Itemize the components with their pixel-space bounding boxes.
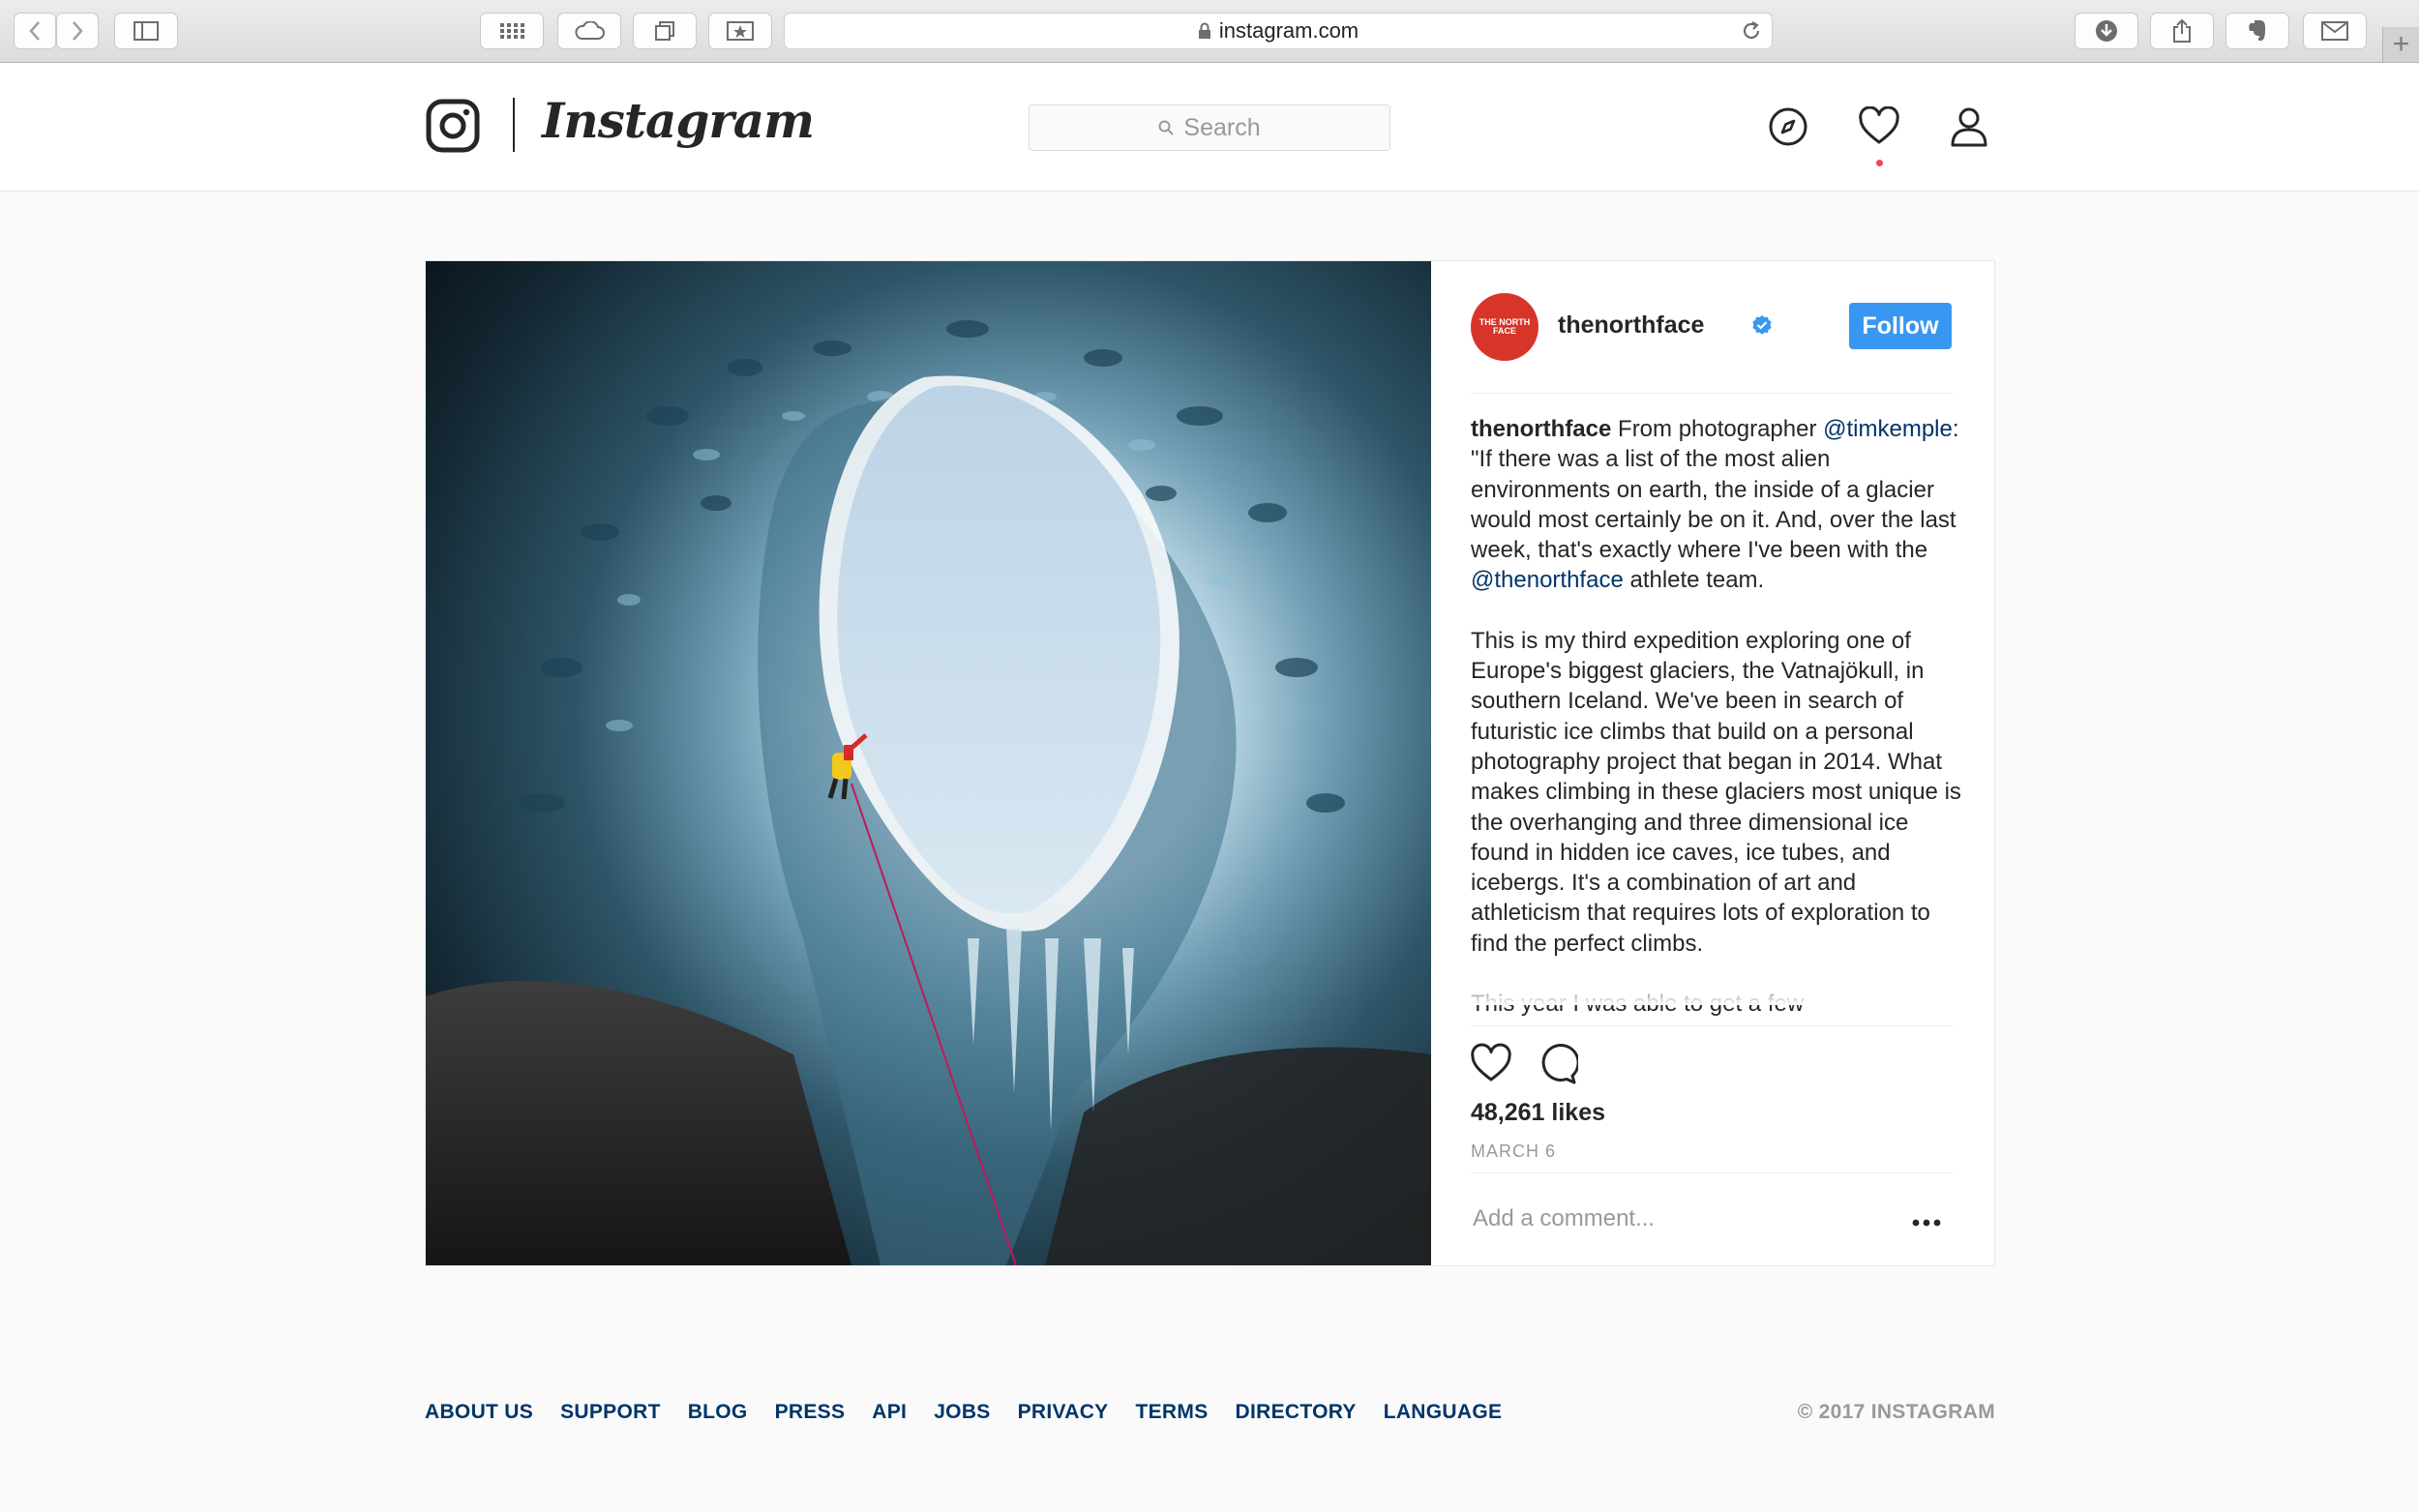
footer-link-blog[interactable]: BLOG: [688, 1401, 748, 1424]
footer-link-api[interactable]: API: [872, 1401, 907, 1424]
footer-link-jobs[interactable]: JOBS: [934, 1401, 990, 1424]
tabs-icon: [655, 21, 674, 41]
star-box-icon: [727, 21, 754, 41]
share-icon: [2173, 18, 2191, 43]
footer-link-support[interactable]: SUPPORT: [560, 1401, 661, 1424]
mention-thenorthface[interactable]: @thenorthface: [1471, 567, 1624, 593]
follow-button[interactable]: Follow: [1849, 303, 1952, 349]
divider: [1471, 393, 1953, 394]
bookmark-extension-button[interactable]: [708, 13, 772, 49]
profile-icon[interactable]: [1950, 106, 1988, 147]
instagram-glyph-icon[interactable]: [426, 99, 480, 153]
icloud-tabs-button[interactable]: [557, 13, 621, 49]
post-caption: thenorthface From photographer @timkempl…: [1471, 414, 1964, 1033]
avatar[interactable]: THE NORTH FACE: [1471, 293, 1538, 361]
logo-divider: [513, 98, 515, 152]
footer-link-directory[interactable]: DIRECTORY: [1236, 1401, 1357, 1424]
search-icon: [1158, 120, 1175, 135]
caption-paragraph-2: This is my third expedition exploring on…: [1471, 627, 1961, 957]
search-placeholder: Search: [1183, 113, 1261, 141]
caption-paragraph-1: thenorthface From photographer @timkempl…: [1471, 416, 1959, 594]
comment-input[interactable]: Add a comment...: [1473, 1205, 1655, 1232]
downloads-button[interactable]: [2075, 13, 2138, 49]
evernote-icon: [2249, 20, 2265, 42]
instagram-wordmark[interactable]: Instagram: [542, 92, 815, 149]
username[interactable]: thenorthface: [1558, 311, 1704, 340]
divider: [1471, 1025, 1953, 1026]
share-button[interactable]: [2150, 13, 2214, 49]
notification-dot: [1876, 160, 1883, 166]
download-icon: [2096, 20, 2117, 42]
cloud-icon: [575, 21, 605, 40]
footer-link-language[interactable]: LANGUAGE: [1384, 1401, 1503, 1424]
caption-fade: [1471, 982, 1955, 1005]
lock-icon: [1198, 22, 1210, 39]
new-tab-button[interactable]: +: [2382, 27, 2419, 62]
chevron-right-icon: [73, 21, 83, 41]
footer-link-privacy[interactable]: PRIVACY: [1018, 1401, 1109, 1424]
footer-link-about[interactable]: ABOUT US: [425, 1401, 533, 1424]
back-button[interactable]: [14, 13, 56, 49]
verified-badge-icon: [1752, 315, 1772, 335]
post-card: THE NORTH FACE thenorthface Follow theno…: [425, 260, 1995, 1266]
caption-author[interactable]: thenorthface: [1471, 416, 1611, 442]
comment-bubble-icon[interactable]: [1536, 1043, 1578, 1085]
evernote-button[interactable]: [2225, 13, 2289, 49]
footer-link-terms[interactable]: TERMS: [1136, 1401, 1209, 1424]
reload-icon[interactable]: [1741, 20, 1762, 42]
footer: ABOUT US SUPPORT BLOG PRESS API JOBS PRI…: [425, 1401, 1995, 1430]
divider: [1471, 1172, 1953, 1173]
more-options-icon[interactable]: [1912, 1219, 1941, 1227]
chevron-left-icon: [29, 21, 40, 41]
search-input[interactable]: Search: [1029, 104, 1390, 151]
footer-links: ABOUT US SUPPORT BLOG PRESS API JOBS PRI…: [425, 1401, 1995, 1424]
ice-cave-photo: [426, 261, 1431, 1265]
plus-icon: +: [2392, 28, 2410, 60]
post-sidebar: THE NORTH FACE thenorthface Follow theno…: [1432, 261, 1994, 1265]
mention-timkemple[interactable]: @timkemple: [1823, 416, 1953, 442]
mail-button[interactable]: [2303, 13, 2367, 49]
browser-toolbar: instagram.com +: [0, 0, 2419, 63]
top-sites-button[interactable]: [480, 13, 544, 49]
sidebar-icon: [134, 21, 159, 41]
sidebar-button[interactable]: [114, 13, 178, 49]
address-bar[interactable]: instagram.com: [784, 13, 1773, 49]
envelope-icon: [2321, 21, 2348, 41]
footer-link-press[interactable]: PRESS: [775, 1401, 846, 1424]
post-date: MARCH 6: [1471, 1141, 1557, 1161]
instagram-header: Instagram Search: [0, 63, 2419, 192]
forward-button[interactable]: [56, 13, 99, 49]
avatar-logo-text: THE NORTH FACE: [1478, 317, 1531, 336]
copyright: © 2017 INSTAGRAM: [1797, 1401, 1995, 1423]
heart-icon[interactable]: [1858, 106, 1900, 145]
tab-overview-button[interactable]: [633, 13, 697, 49]
compass-icon[interactable]: [1768, 106, 1808, 147]
url-text: instagram.com: [1218, 18, 1359, 43]
likes-count[interactable]: 48,261 likes: [1471, 1099, 1605, 1127]
like-heart-icon[interactable]: [1469, 1043, 1513, 1083]
post-photo[interactable]: [426, 261, 1431, 1265]
grid-icon: [500, 23, 524, 39]
